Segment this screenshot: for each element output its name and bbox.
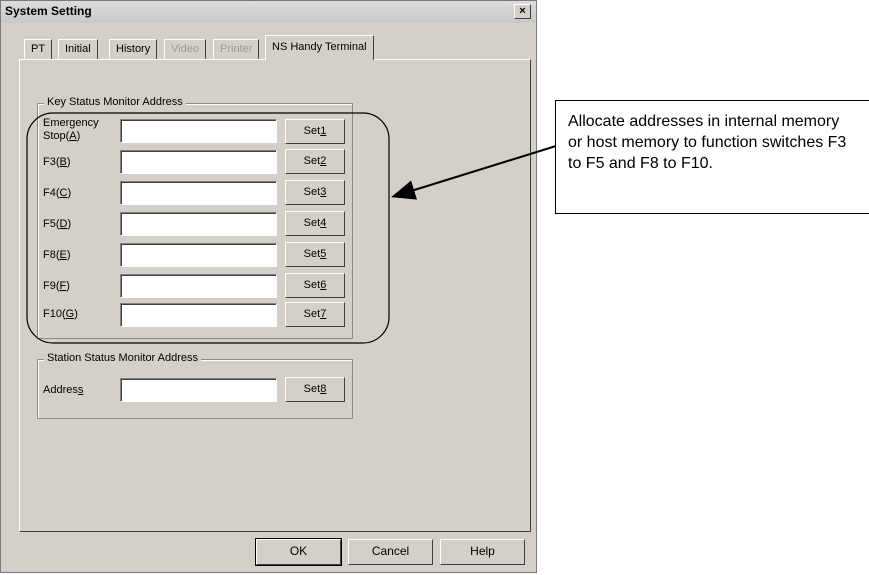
annotation-overlay — [26, 112, 557, 344]
callout-arrow — [391, 145, 557, 200]
tab-ns-handy-terminal[interactable]: NS Handy Terminal — [265, 35, 374, 60]
highlight-outline — [26, 112, 390, 344]
callout-box: Allocate addresses in internal memory or… — [555, 100, 869, 214]
